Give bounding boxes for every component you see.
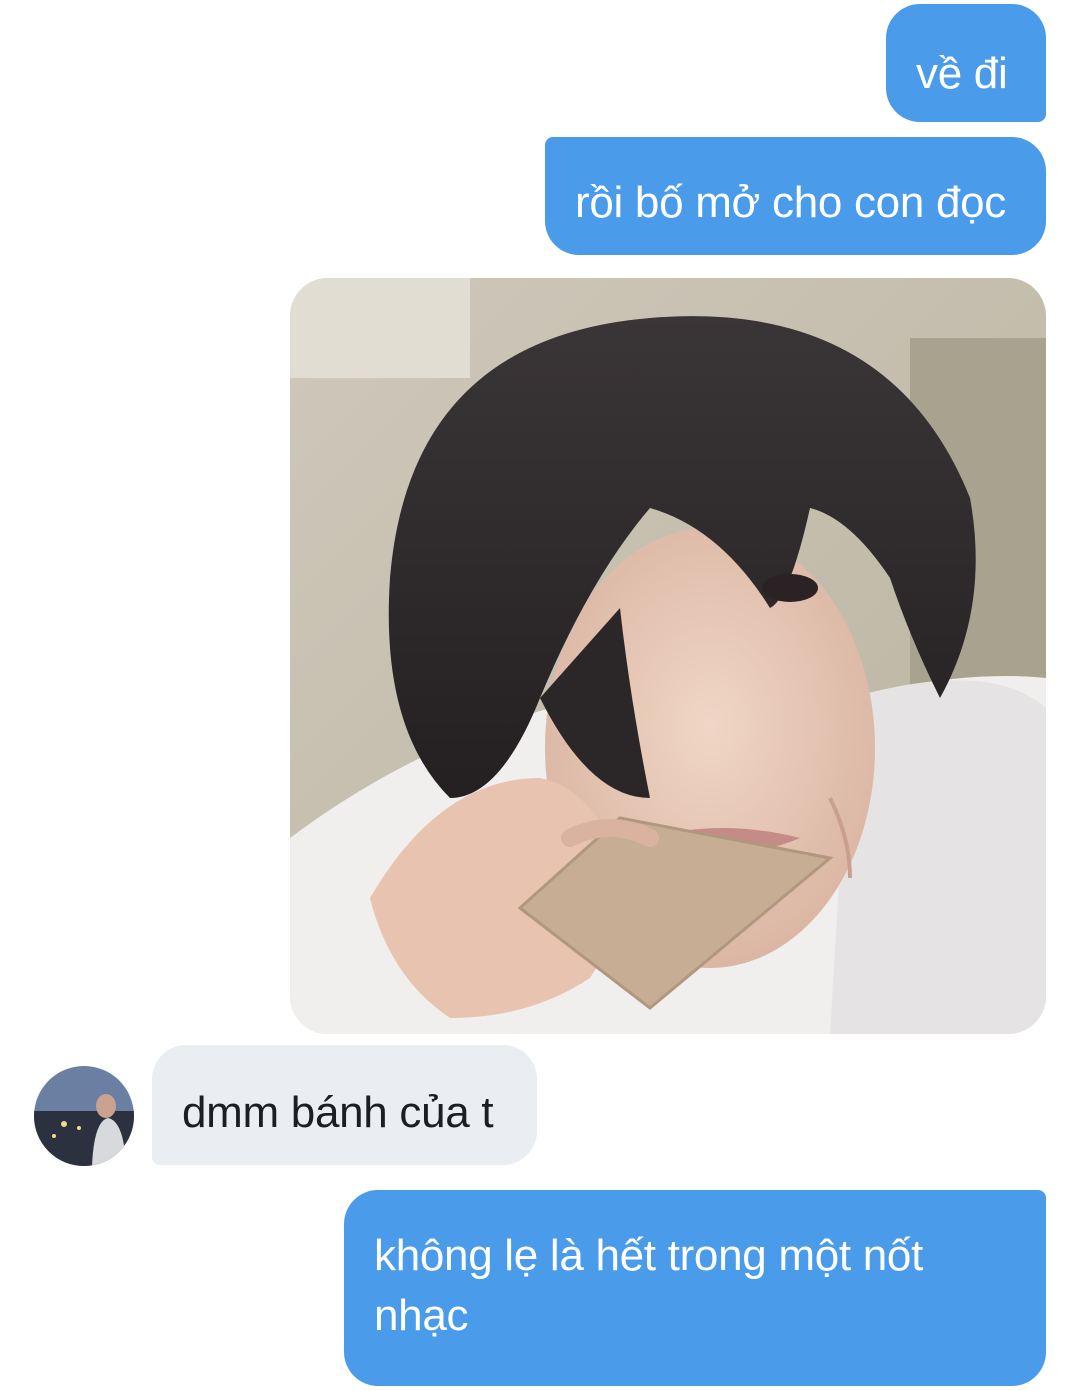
message-text: về đi [916, 49, 1008, 98]
message-text: không lẹ là hết trong một nốt nhạc [374, 1231, 923, 1340]
contact-avatar-icon[interactable] [34, 1066, 134, 1166]
photo-image [290, 278, 1046, 1034]
incoming-message-bubble[interactable]: dmm bánh của t [152, 1045, 537, 1165]
message-text: rồi bố mở cho con đọc [575, 178, 1006, 227]
avatar-image [34, 1066, 134, 1166]
photo-message[interactable] [290, 278, 1046, 1034]
outgoing-message-bubble[interactable]: rồi bố mở cho con đọc [545, 137, 1046, 255]
outgoing-message-bubble[interactable]: không lẹ là hết trong một nốt nhạc [344, 1190, 1046, 1386]
outgoing-message-bubble[interactable]: về đi [886, 4, 1046, 122]
message-text: dmm bánh của t [182, 1088, 494, 1137]
